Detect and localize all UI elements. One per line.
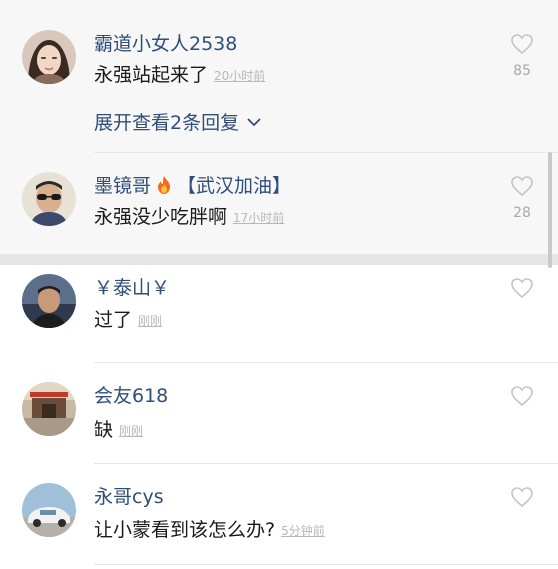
heart-outline-icon[interactable] (510, 385, 534, 407)
divider (94, 152, 558, 153)
comment-text: 永强没少吃胖啊 17小时前 (94, 206, 285, 228)
timestamp: 17小时前 (233, 211, 285, 225)
heart-outline-icon[interactable] (510, 175, 534, 197)
fire-emoji-icon (155, 175, 173, 195)
heart-outline-icon[interactable] (510, 277, 534, 299)
username[interactable]: 会友618 (94, 385, 168, 407)
timestamp: 20小时前 (214, 69, 266, 83)
divider (94, 463, 558, 464)
comment-list: 霸道小女人2538 永强站起来了 20小时前 85 展开查看2条回复 墨镜哥 【武汉… (0, 0, 558, 569)
avatar[interactable] (22, 172, 76, 226)
timestamp: 刚刚 (119, 424, 144, 438)
username[interactable]: 永哥cys (94, 486, 164, 508)
comment-text: 缺刚刚 (94, 419, 144, 441)
like-count: 28 (513, 205, 531, 221)
divider (94, 564, 558, 565)
user-badge: 【武汉加油】 (177, 175, 292, 197)
avatar[interactable] (22, 382, 76, 436)
avatar[interactable] (22, 30, 76, 84)
scrollbar[interactable] (548, 152, 552, 268)
expand-replies-link[interactable]: 展开查看2条回复 (94, 110, 261, 134)
username[interactable]: 墨镜哥 【武汉加油】 (94, 175, 291, 197)
avatar[interactable] (22, 483, 76, 537)
chevron-down-icon (247, 110, 261, 127)
like-count: 85 (513, 63, 531, 79)
username[interactable]: ￥泰山￥ (94, 277, 170, 299)
heart-outline-icon[interactable] (510, 33, 534, 55)
heart-outline-icon[interactable] (510, 486, 534, 508)
comment-text: 让小蒙看到该怎么办? 5分钟前 (94, 519, 325, 541)
comment-text: 永强站起来了 20小时前 (94, 64, 266, 86)
divider (94, 362, 558, 363)
timestamp: 5分钟前 (281, 524, 325, 538)
comment-text: 过了 刚刚 (94, 309, 163, 331)
section-separator (0, 254, 558, 265)
avatar[interactable] (22, 274, 76, 328)
username[interactable]: 霸道小女人2538 (94, 33, 237, 55)
timestamp: 刚刚 (138, 314, 163, 328)
